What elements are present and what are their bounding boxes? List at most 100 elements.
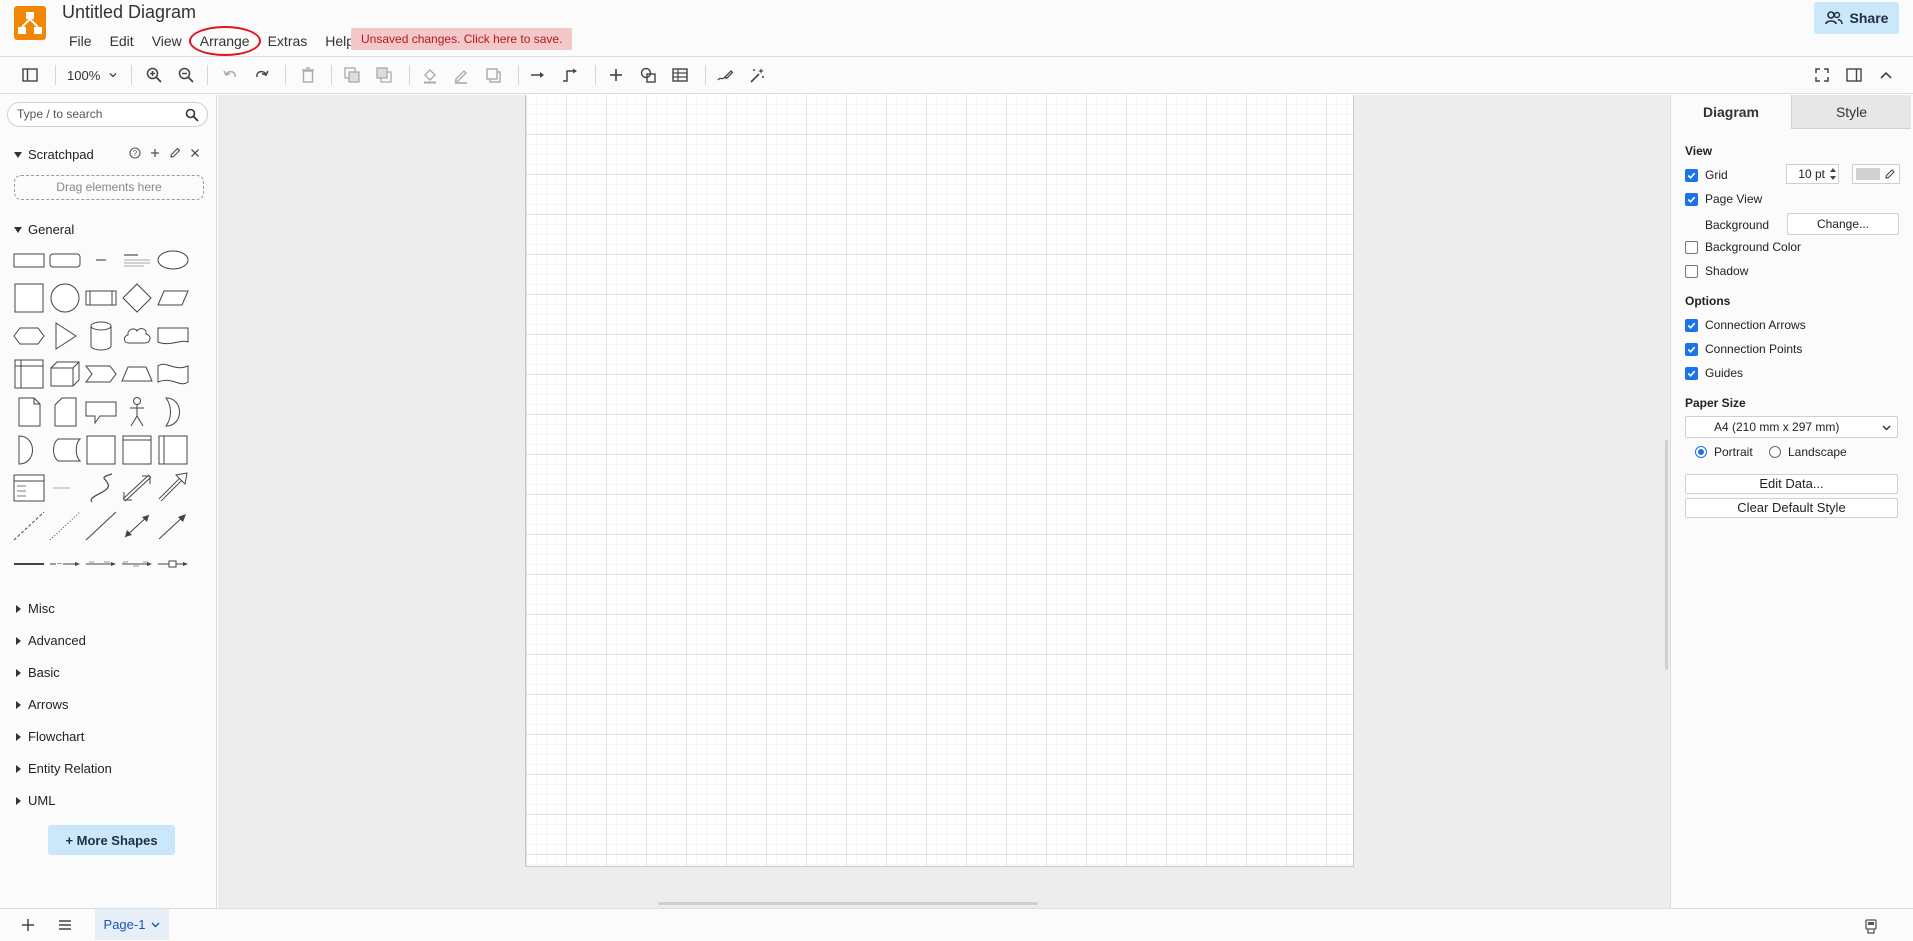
connector-2-labels-shape[interactable] xyxy=(84,548,118,580)
cylinder-shape[interactable] xyxy=(84,320,118,352)
background-color-checkbox[interactable] xyxy=(1685,240,1698,254)
rectangle-shape[interactable] xyxy=(12,244,46,276)
search-box[interactable] xyxy=(7,102,208,127)
zoom-in-icon[interactable] xyxy=(145,66,163,84)
connection-points-checkbox[interactable] xyxy=(1685,342,1698,356)
callout-shape[interactable] xyxy=(84,396,118,428)
tab-diagram[interactable]: Diagram xyxy=(1671,95,1791,129)
background-change-button[interactable]: Change... xyxy=(1787,213,1899,235)
scratchpad-drop-zone[interactable]: Drag elements here xyxy=(14,175,204,200)
page-view-checkbox[interactable] xyxy=(1685,192,1698,206)
section-arrows[interactable]: Arrows xyxy=(14,697,68,712)
section-basic[interactable]: Basic xyxy=(14,665,60,680)
shape-icon[interactable] xyxy=(639,66,657,84)
shadow-checkbox[interactable] xyxy=(1685,264,1698,278)
feedback-icon[interactable] xyxy=(1862,917,1880,935)
internal-storage-shape[interactable] xyxy=(12,358,46,390)
grid-color-picker[interactable] xyxy=(1852,164,1900,184)
edit-data-button[interactable]: Edit Data... xyxy=(1685,474,1898,494)
search-icon[interactable] xyxy=(185,108,199,122)
rounded-rectangle-shape[interactable] xyxy=(48,244,82,276)
bidirectional-connector-shape[interactable] xyxy=(120,510,154,542)
close-icon[interactable] xyxy=(188,146,202,160)
note-shape[interactable] xyxy=(12,396,46,428)
delay-shape[interactable] xyxy=(12,434,46,466)
cube-shape[interactable] xyxy=(48,358,82,390)
page-view-option[interactable]: Page View xyxy=(1685,192,1762,206)
redo-icon[interactable] xyxy=(253,66,271,84)
link-shape[interactable] xyxy=(12,548,46,580)
grid-option[interactable]: Grid xyxy=(1685,168,1728,182)
more-shapes-button[interactable]: + More Shapes xyxy=(48,825,175,855)
diagram-page[interactable] xyxy=(525,95,1354,867)
spinner-icon[interactable] xyxy=(1828,165,1838,183)
line-color-icon[interactable] xyxy=(452,66,470,84)
menu-file[interactable]: File xyxy=(60,30,101,52)
share-button[interactable]: Share xyxy=(1814,2,1899,34)
landscape-radio[interactable] xyxy=(1769,446,1781,458)
section-advanced[interactable]: Advanced xyxy=(14,633,86,648)
connector-3-labels-shape[interactable] xyxy=(120,548,154,580)
table-icon[interactable] xyxy=(671,66,689,84)
background-color-option[interactable]: Background Color xyxy=(1685,240,1801,254)
tape-shape[interactable] xyxy=(156,358,190,390)
scratchpad-header[interactable]: Scratchpad xyxy=(14,147,94,162)
cloud-shape[interactable] xyxy=(120,320,154,352)
section-uml[interactable]: UML xyxy=(14,793,55,808)
to-front-icon[interactable] xyxy=(343,66,361,84)
parallelogram-shape[interactable] xyxy=(156,282,190,314)
zoom-level[interactable]: 100% xyxy=(67,68,100,83)
dashed-line-shape[interactable] xyxy=(12,510,46,542)
list-item-shape[interactable] xyxy=(48,472,82,504)
circle-shape[interactable] xyxy=(48,282,82,314)
diamond-shape[interactable] xyxy=(120,282,154,314)
connection-points-option[interactable]: Connection Points xyxy=(1685,342,1802,356)
step-shape[interactable] xyxy=(84,358,118,390)
menu-edit[interactable]: Edit xyxy=(101,30,143,52)
document-title[interactable]: Untitled Diagram xyxy=(62,2,196,23)
tab-style[interactable]: Style xyxy=(1791,95,1911,129)
menu-view[interactable]: View xyxy=(143,30,191,52)
freehand-icon[interactable] xyxy=(716,66,734,84)
dotted-line-shape[interactable] xyxy=(48,510,82,542)
bidirectional-arrow-shape[interactable] xyxy=(120,472,154,504)
clear-default-style-button[interactable]: Clear Default Style xyxy=(1685,498,1898,518)
insert-icon[interactable] xyxy=(607,66,625,84)
fullscreen-icon[interactable] xyxy=(1813,66,1831,84)
add-page-icon[interactable] xyxy=(19,916,37,934)
trapezoid-shape[interactable] xyxy=(120,358,154,390)
arrow-shape[interactable] xyxy=(156,472,190,504)
menu-arrange[interactable]: Arrange xyxy=(188,26,261,56)
or-shape[interactable] xyxy=(156,396,190,428)
sidebar-toggle-icon[interactable] xyxy=(21,66,39,84)
collapse-icon[interactable] xyxy=(1877,66,1895,84)
connector-symbol-shape[interactable] xyxy=(156,548,190,580)
section-misc[interactable]: Misc xyxy=(14,601,55,616)
portrait-option[interactable]: Portrait xyxy=(1695,445,1753,459)
section-entity-relation[interactable]: Entity Relation xyxy=(14,761,112,776)
search-input[interactable] xyxy=(17,107,177,121)
zoom-out-icon[interactable] xyxy=(177,66,195,84)
page-tab[interactable]: Page-1 xyxy=(95,909,169,940)
container-shape[interactable] xyxy=(84,434,118,466)
grid-checkbox[interactable] xyxy=(1685,168,1698,182)
swimlane-shape[interactable] xyxy=(120,434,154,466)
chevron-down-icon[interactable] xyxy=(108,70,118,80)
connection-icon[interactable] xyxy=(529,66,547,84)
landscape-option[interactable]: Landscape xyxy=(1769,445,1847,459)
shadow-icon[interactable] xyxy=(484,66,502,84)
list-shape[interactable] xyxy=(12,472,46,504)
help-icon[interactable]: ? xyxy=(128,146,142,160)
vertical-scrollbar[interactable] xyxy=(1665,440,1668,670)
unsaved-changes-notice[interactable]: Unsaved changes. Click here to save. xyxy=(351,28,573,50)
horizontal-scrollbar[interactable] xyxy=(658,902,1038,905)
undo-icon[interactable] xyxy=(221,66,239,84)
triangle-shape[interactable] xyxy=(48,320,82,352)
pages-menu-icon[interactable] xyxy=(56,916,74,934)
delete-icon[interactable] xyxy=(299,66,317,84)
add-icon[interactable] xyxy=(148,146,162,160)
hexagon-shape[interactable] xyxy=(12,320,46,352)
process-shape[interactable] xyxy=(84,282,118,314)
guides-option[interactable]: Guides xyxy=(1685,366,1743,380)
portrait-radio[interactable] xyxy=(1695,446,1707,458)
